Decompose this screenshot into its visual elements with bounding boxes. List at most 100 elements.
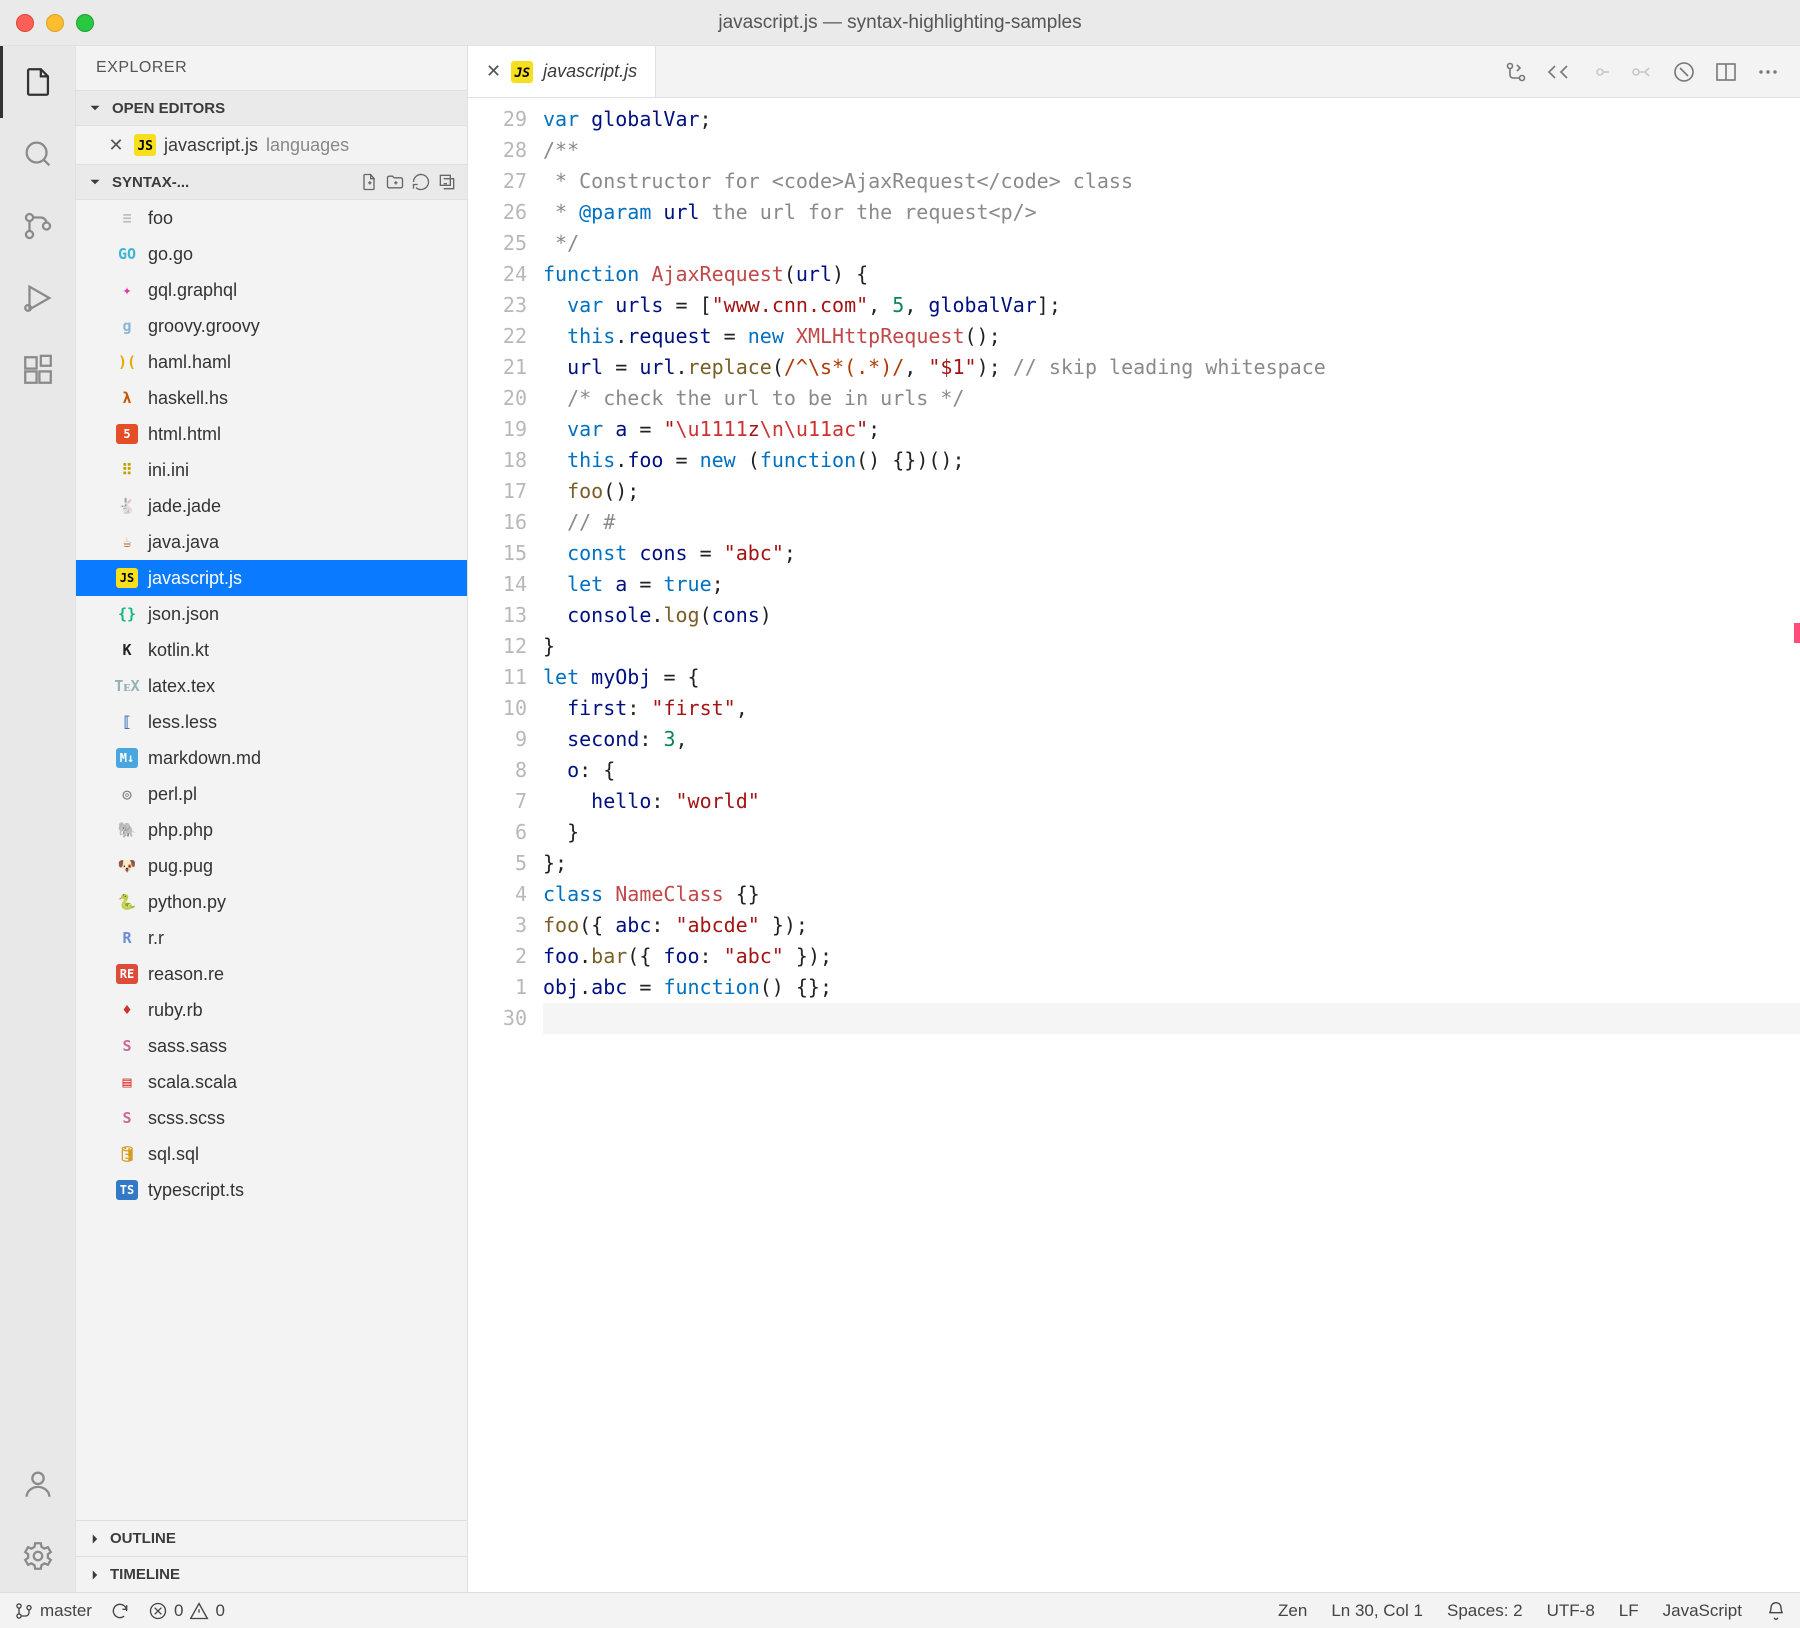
file-item[interactable]: 🐘php.php: [76, 812, 467, 848]
code-editor[interactable]: 2928272625242322212019181716151413121110…: [468, 98, 1800, 1592]
split-editor-icon[interactable]: [1714, 60, 1738, 84]
open-editor-filename: javascript.js: [164, 135, 258, 156]
file-item[interactable]: GO go.go: [76, 236, 467, 272]
activity-extensions[interactable]: [0, 334, 76, 406]
timeline-header[interactable]: TIMELINE: [76, 1556, 467, 1592]
code-content[interactable]: var globalVar;/** * Constructor for <cod…: [543, 98, 1800, 1592]
compare-changes-icon[interactable]: [1504, 60, 1528, 84]
activity-bar: [0, 46, 76, 1592]
file-item[interactable]: 🐍python.py: [76, 884, 467, 920]
file-type-icon: TᴇX: [116, 675, 138, 697]
open-editor-item[interactable]: ✕ JS javascript.js languages: [76, 126, 467, 164]
file-item-label: markdown.md: [148, 748, 261, 769]
new-file-icon[interactable]: [359, 172, 379, 192]
file-item[interactable]: g groovy.groovy: [76, 308, 467, 344]
editor-actions: [1504, 46, 1800, 97]
file-item[interactable]: ✦gql.graphql: [76, 272, 467, 308]
file-item-label: haskell.hs: [148, 388, 228, 409]
open-editors-label: OPEN EDITORS: [112, 100, 225, 117]
file-item-label: go.go: [148, 244, 193, 265]
file-item-label: scala.scala: [148, 1072, 237, 1093]
close-icon[interactable]: ✕: [106, 135, 126, 156]
file-item-label: scss.scss: [148, 1108, 225, 1129]
outline-header[interactable]: OUTLINE: [76, 1520, 467, 1556]
file-type-icon: g: [116, 315, 138, 337]
file-type-icon: M↓: [116, 748, 138, 768]
file-item[interactable]: M↓ markdown.md: [76, 740, 467, 776]
run-icon[interactable]: [1630, 60, 1654, 84]
file-item[interactable]: TᴇXlatex.tex: [76, 668, 467, 704]
file-item[interactable]: Kkotlin.kt: [76, 632, 467, 668]
file-item-label: html.html: [148, 424, 221, 445]
file-item-label: ini.ini: [148, 460, 189, 481]
file-item-label: sass.sass: [148, 1036, 227, 1057]
zoom-window-button[interactable]: [76, 14, 94, 32]
file-item[interactable]: 🐶pug.pug: [76, 848, 467, 884]
activity-run-debug[interactable]: [0, 262, 76, 334]
status-indent[interactable]: Spaces: 2: [1447, 1601, 1523, 1621]
file-item[interactable]: ⠿ini.ini: [76, 452, 467, 488]
file-type-icon: GO: [116, 243, 138, 265]
status-problems[interactable]: 0 0: [148, 1601, 225, 1621]
file-type-icon: ◎: [116, 783, 138, 805]
file-item-label: less.less: [148, 712, 217, 733]
file-item[interactable]: ▤scala.scala: [76, 1064, 467, 1100]
file-item-label: groovy.groovy: [148, 316, 260, 337]
file-item[interactable]: TStypescript.ts: [76, 1172, 467, 1208]
file-item[interactable]: JSjavascript.js: [76, 560, 467, 596]
status-eol[interactable]: LF: [1619, 1601, 1639, 1621]
file-item[interactable]: ♦ruby.rb: [76, 992, 467, 1028]
file-item[interactable]: 🐇jade.jade: [76, 488, 467, 524]
activity-search[interactable]: [0, 118, 76, 190]
file-item[interactable]: ◎perl.pl: [76, 776, 467, 812]
file-item[interactable]: )(haml.haml: [76, 344, 467, 380]
file-item[interactable]: REreason.re: [76, 956, 467, 992]
status-branch[interactable]: master: [14, 1601, 92, 1621]
status-sync[interactable]: [110, 1601, 130, 1621]
file-item[interactable]: Rr.r: [76, 920, 467, 956]
file-item[interactable]: Ssass.sass: [76, 1028, 467, 1064]
project-header[interactable]: SYNTAX-...: [76, 164, 467, 200]
file-item[interactable]: λ haskell.hs: [76, 380, 467, 416]
minimize-window-button[interactable]: [46, 14, 64, 32]
tab-close-icon[interactable]: ✕: [486, 61, 501, 82]
file-item-label: ruby.rb: [148, 1000, 203, 1021]
status-zen[interactable]: Zen: [1278, 1601, 1307, 1621]
activity-settings[interactable]: [0, 1520, 76, 1592]
status-language[interactable]: JavaScript: [1663, 1601, 1742, 1621]
go-forward-icon[interactable]: [1588, 60, 1612, 84]
project-header-actions: [359, 172, 457, 192]
collapse-all-icon[interactable]: [437, 172, 457, 192]
file-item[interactable]: ⟦less.less: [76, 704, 467, 740]
file-tree[interactable]: ≡fooGOgo.go✦gql.graphqlggroovy.groovy)(h…: [76, 200, 467, 1520]
overview-ruler-marker: [1794, 623, 1800, 643]
project-label: SYNTAX-...: [112, 174, 189, 191]
file-item[interactable]: ≡foo: [76, 200, 467, 236]
more-actions-icon[interactable]: [1756, 60, 1780, 84]
open-preview-icon[interactable]: [1672, 60, 1696, 84]
file-item[interactable]: 5html.html: [76, 416, 467, 452]
activity-accounts[interactable]: [0, 1448, 76, 1520]
activity-explorer[interactable]: [0, 46, 76, 118]
js-file-icon: JS: [511, 61, 533, 83]
timeline-label: TIMELINE: [110, 1566, 180, 1583]
status-feedback[interactable]: [1766, 1601, 1786, 1621]
status-encoding[interactable]: UTF-8: [1547, 1601, 1595, 1621]
file-item[interactable]: Sscss.scss: [76, 1100, 467, 1136]
file-item[interactable]: ☕java.java: [76, 524, 467, 560]
file-type-icon: 🐇: [116, 495, 138, 517]
status-cursor[interactable]: Ln 30, Col 1: [1331, 1601, 1423, 1621]
file-type-icon: λ: [116, 387, 138, 409]
file-type-icon: JS: [116, 568, 138, 588]
tab-active[interactable]: ✕ JS javascript.js: [468, 46, 656, 97]
activity-source-control[interactable]: [0, 190, 76, 262]
file-type-icon: S: [116, 1035, 138, 1057]
file-item[interactable]: {}json.json: [76, 596, 467, 632]
go-back-icon[interactable]: [1546, 60, 1570, 84]
file-type-icon: )(: [116, 351, 138, 373]
file-item[interactable]: 🛢sql.sql: [76, 1136, 467, 1172]
close-window-button[interactable]: [16, 14, 34, 32]
open-editors-header[interactable]: OPEN EDITORS: [76, 90, 467, 126]
refresh-icon[interactable]: [411, 172, 431, 192]
new-folder-icon[interactable]: [385, 172, 405, 192]
